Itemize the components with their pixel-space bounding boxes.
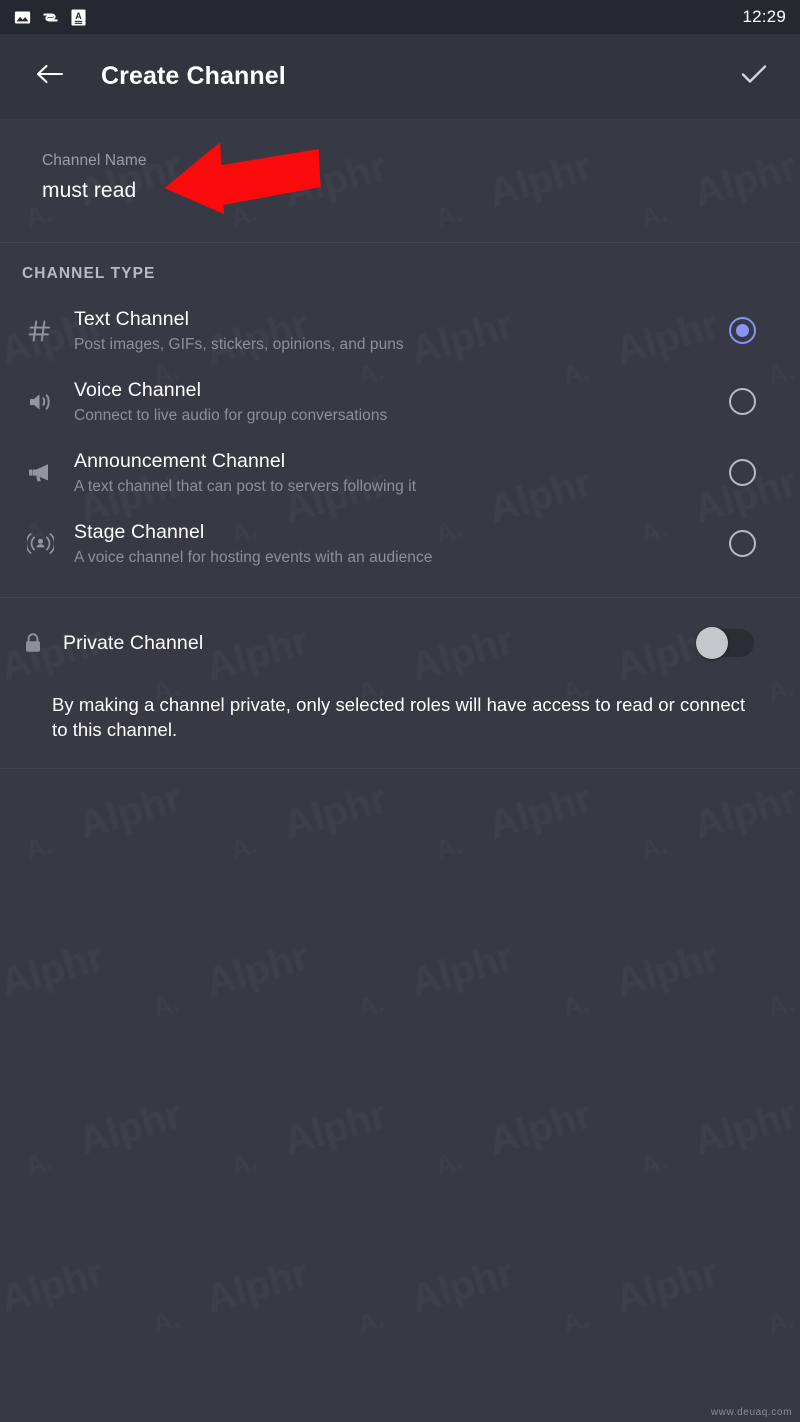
channel-type-title: Announcement Channel — [74, 449, 286, 472]
channel-type-title: Stage Channel — [74, 520, 205, 543]
private-channel-label: Private Channel — [63, 631, 204, 654]
channel-type-radio-text[interactable] — [729, 317, 756, 344]
private-channel-description: By making a channel private, only select… — [52, 694, 746, 741]
channel-type-description: Post images, GIFs, stickers, opinions, a… — [74, 335, 404, 353]
back-button[interactable] — [30, 57, 70, 97]
channel-type-title: Text Channel — [74, 307, 190, 330]
private-channel-toggle[interactable] — [696, 627, 754, 659]
megaphone-icon — [22, 460, 58, 486]
empty-lower-area — [0, 769, 800, 1422]
channel-type-option-voice[interactable]: Voice Channel Connect to live audio for … — [0, 366, 800, 437]
page-title: Create Channel — [101, 62, 286, 90]
channel-type-option-stage[interactable]: Stage Channel A voice channel for hostin… — [0, 508, 800, 579]
mobile-screen: AlphrA.AlphrA.AlphrA.AlphrA.AlphrA.Alphr… — [0, 0, 800, 1422]
translate-icon: A — [70, 9, 87, 26]
channel-type-option-text[interactable]: Text Channel Post images, GIFs, stickers… — [0, 295, 800, 366]
channel-type-option-announcement[interactable]: Announcement Channel A text channel that… — [0, 437, 800, 508]
image-icon — [14, 9, 31, 26]
settings-content: Channel Name must read CHANNEL TYPE Text… — [0, 119, 800, 1422]
toggle-knob — [696, 627, 728, 659]
channel-name-input[interactable]: must read — [42, 179, 800, 203]
status-bar-icons: A — [14, 9, 87, 26]
channel-type-text-voice: Voice Channel Connect to live audio for … — [74, 379, 729, 425]
channel-type-title: Voice Channel — [74, 378, 202, 401]
site-watermark: www.deuaq.com — [710, 1407, 792, 1418]
confirm-create-button[interactable] — [734, 57, 774, 97]
app-header: Create Channel — [0, 34, 800, 119]
channel-type-description: Connect to live audio for group conversa… — [74, 406, 388, 424]
private-channel-row[interactable]: Private Channel — [0, 616, 800, 670]
status-bar: A 12:29 — [0, 0, 800, 34]
lock-icon — [22, 632, 44, 654]
channel-type-description: A voice channel for hosting events with … — [74, 548, 433, 566]
channel-type-radio-announcement[interactable] — [729, 459, 756, 486]
private-channel-section: Private Channel By making a channel priv… — [0, 598, 800, 768]
channel-type-section: CHANNEL TYPE Text Channel Post images, G… — [0, 243, 800, 597]
svg-text:A: A — [75, 10, 82, 20]
back-arrow-icon — [35, 63, 65, 90]
hash-icon — [22, 318, 58, 344]
stage-icon — [22, 530, 58, 557]
speaker-icon — [22, 389, 58, 415]
channel-name-label: Channel Name — [42, 152, 147, 169]
channel-type-heading: CHANNEL TYPE — [22, 265, 156, 282]
status-bar-clock: 12:29 — [742, 7, 786, 26]
channel-type-description: A text channel that can post to servers … — [74, 477, 417, 495]
channel-type-text-announcement: Announcement Channel A text channel that… — [74, 450, 729, 496]
channel-type-text-text: Text Channel Post images, GIFs, stickers… — [74, 308, 729, 354]
channel-type-radio-stage[interactable] — [729, 530, 756, 557]
link-icon — [42, 9, 59, 26]
channel-type-radio-voice[interactable] — [729, 388, 756, 415]
checkmark-icon — [740, 63, 768, 90]
channel-name-field[interactable]: Channel Name must read — [0, 119, 800, 242]
channel-type-text-stage: Stage Channel A voice channel for hostin… — [74, 521, 729, 567]
